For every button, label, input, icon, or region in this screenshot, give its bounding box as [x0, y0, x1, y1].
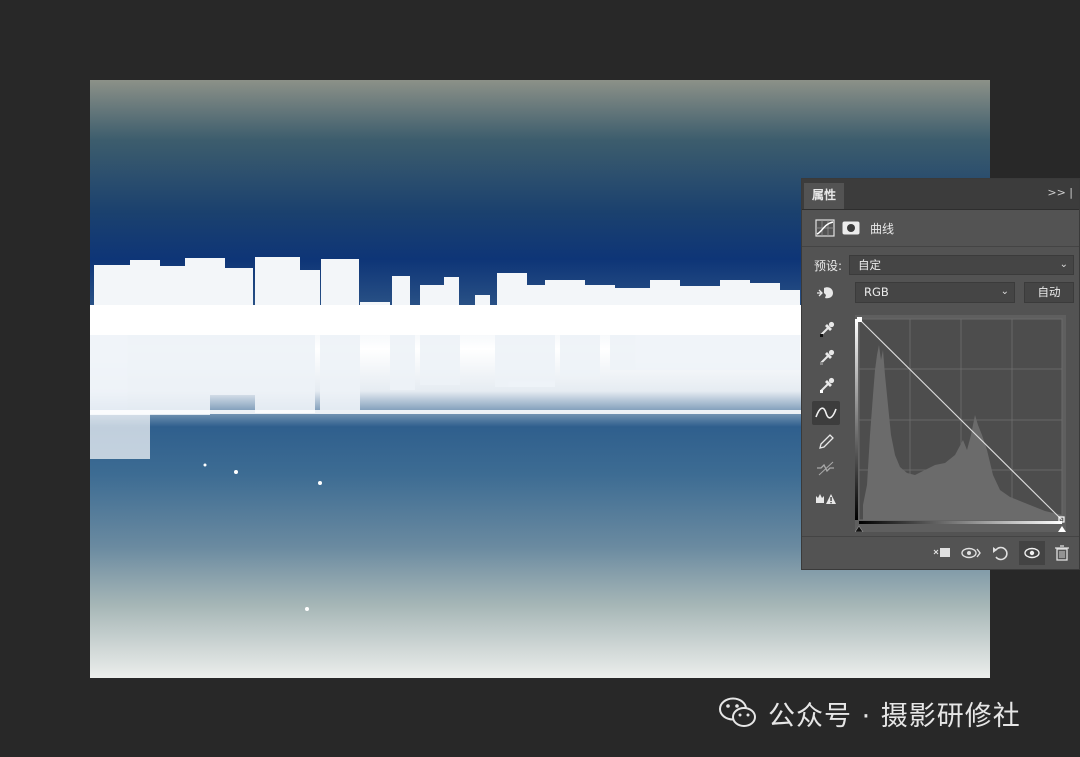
smooth-curve-icon[interactable]	[812, 456, 840, 480]
delete-icon[interactable]	[1049, 541, 1075, 565]
collapse-panel-button[interactable]: >> |	[1047, 186, 1073, 199]
clipping-warning-icon[interactable]	[812, 485, 840, 509]
properties-panel: 属性 >> | 曲线 预设: 自定 ⌄ RGB ⌄ 自动	[801, 178, 1080, 570]
curve-point-icon[interactable]	[812, 401, 840, 425]
sample-gray-eyedropper-icon[interactable]	[812, 344, 840, 368]
preset-select[interactable]: 自定 ⌄	[849, 255, 1074, 275]
watermark-text: 公众号 · 摄影研修社	[768, 700, 1021, 732]
clip-to-layer-icon[interactable]	[929, 541, 955, 565]
auto-button[interactable]: 自动	[1024, 282, 1074, 303]
view-previous-icon[interactable]	[958, 541, 984, 565]
watermark: 公众号 · 摄影研修社	[718, 694, 1021, 732]
adjustment-type-label: 曲线	[870, 222, 895, 236]
curve-graph[interactable]	[854, 315, 1066, 533]
properties-tab[interactable]: 属性	[804, 183, 844, 209]
pencil-icon[interactable]	[812, 429, 840, 453]
channel-select[interactable]: RGB ⌄	[855, 282, 1015, 303]
sample-white-eyedropper-icon[interactable]	[812, 372, 840, 396]
layer-mask-icon[interactable]	[840, 218, 862, 238]
preset-label: 预设:	[814, 259, 843, 273]
preset-value: 自定	[858, 258, 881, 272]
chevron-down-icon: ⌄	[1059, 259, 1068, 270]
channel-value: RGB	[864, 285, 889, 299]
panel-tab-bar: 属性 >> |	[802, 179, 1079, 210]
panel-footer	[802, 536, 1079, 571]
visibility-icon[interactable]	[1019, 541, 1045, 565]
curves-adjustment-icon	[814, 218, 836, 238]
sample-black-eyedropper-icon[interactable]	[812, 316, 840, 340]
adjustment-type-row: 曲线	[802, 210, 1079, 247]
chevron-down-icon: ⌄	[1000, 286, 1009, 297]
reset-icon[interactable]	[988, 541, 1014, 565]
targeted-adjustment-icon[interactable]	[812, 281, 840, 305]
wechat-icon	[718, 696, 758, 730]
collapse-label: >>	[1047, 186, 1066, 199]
